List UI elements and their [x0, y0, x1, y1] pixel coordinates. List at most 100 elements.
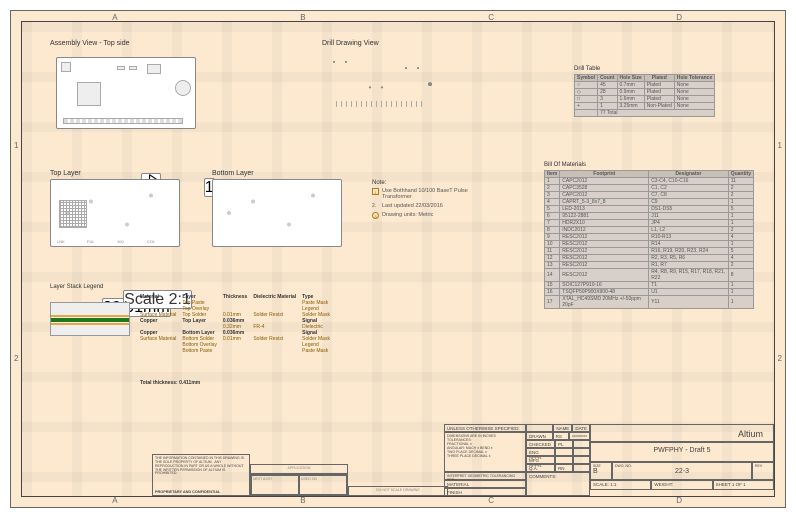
- td: 1.6mm: [617, 96, 644, 103]
- td: 2: [728, 192, 753, 199]
- td: 4: [728, 234, 753, 241]
- note-item: 2.Last updated 22/03/2016: [372, 203, 492, 209]
- stack-swatch: [50, 302, 130, 336]
- title-block: UNLESS OTHERWISE SPECIFIED: DIMENSIONS A…: [444, 424, 774, 496]
- drill-view: Drill Drawing View: [322, 40, 462, 113]
- zone-row-2-r: 2: [778, 354, 782, 363]
- zone-col-b: B: [300, 13, 305, 22]
- drill-table-table: Symbol Count Hole Size Plated Hole Toler…: [574, 74, 715, 117]
- td: □: [575, 96, 598, 103]
- td: 9: [545, 234, 560, 241]
- td: 14: [545, 269, 560, 282]
- note-text: Drawing units: Metric: [382, 212, 433, 218]
- do-not-scale: DO NOT SCALE DRAWING: [348, 486, 448, 496]
- bom: Bill Of Materials ItemFootprintDesignato…: [544, 162, 754, 309]
- td: XTAL_HC49SMD 20MHz +/-50ppm 20pF: [560, 296, 649, 309]
- td: 4: [545, 199, 560, 206]
- bom-table: ItemFootprintDesignatorQuantity1CAPC2012…: [544, 170, 754, 309]
- td: 3: [545, 192, 560, 199]
- zone-col-c-b: C: [488, 496, 494, 505]
- drawing-sheet: A B C D A B C D 1 2 1 2 Assembly View - …: [10, 10, 786, 508]
- company: Altium: [590, 424, 774, 442]
- drill-title: Drill Drawing View: [322, 40, 462, 47]
- size: B: [593, 468, 609, 475]
- scale: SCALE: 1:1: [590, 480, 651, 490]
- td: 17: [545, 296, 560, 309]
- td: 2: [545, 185, 560, 192]
- td: 3.25mm: [617, 103, 644, 110]
- top-layer-view: Top Layer LNK FUL 100 COL: [50, 170, 190, 247]
- drawn-name: RS: [553, 432, 569, 440]
- td: 5: [545, 206, 560, 213]
- application-label: APPLICATION: [250, 464, 348, 474]
- td: RESC2012: [560, 241, 649, 248]
- td: Plated: [644, 96, 674, 103]
- stack-title: Layer Stack Legend: [50, 284, 410, 290]
- stack-table: MaterialLayerThicknessDielectric Materia…: [140, 294, 336, 354]
- part: [77, 82, 101, 106]
- td: R14: [649, 241, 729, 248]
- td: CAPC2012: [560, 192, 649, 199]
- td: RESC2012: [560, 234, 649, 241]
- comments: COMMENTS:: [526, 472, 590, 496]
- td: INDC2012: [560, 227, 649, 234]
- unless: UNLESS OTHERWISE SPECIFIED:: [444, 424, 526, 432]
- drill-table-title: Drill Table: [574, 66, 754, 72]
- td: [253, 348, 302, 354]
- td: 7: [545, 220, 560, 227]
- h-date: DATE: [572, 424, 590, 432]
- qa: Q.A.: [526, 464, 555, 472]
- bottom-title: Bottom Layer: [212, 170, 352, 177]
- td: U1: [649, 289, 729, 296]
- checked-name: PL: [555, 440, 573, 448]
- sig: 100: [117, 239, 124, 244]
- th: Designator: [649, 171, 729, 178]
- td: CAPC2012: [560, 178, 649, 185]
- stack-total: Total thickness: 0.411mm: [140, 380, 200, 386]
- interp: INTERPRET GEOMETRIC TOLERANCING PER:: [444, 472, 526, 480]
- th: Count: [598, 75, 617, 82]
- part: [61, 62, 71, 72]
- td: None: [674, 89, 714, 96]
- td: C7, C8: [649, 192, 729, 199]
- sheet: SHEET 1 OF 1: [713, 480, 774, 490]
- th: Hole Size: [617, 75, 644, 82]
- rev-label: REV: [755, 464, 771, 468]
- td: Non-Plated: [644, 103, 674, 110]
- zone-col-d-b: D: [676, 496, 682, 505]
- note-text: Last updated 22/03/2016: [382, 203, 443, 209]
- th: Symbol: [575, 75, 598, 82]
- zone-col-b-b: B: [300, 496, 305, 505]
- zone-row-1-r: 1: [778, 141, 782, 150]
- td: 1: [598, 103, 617, 110]
- td: Paste Mask: [302, 348, 336, 354]
- th: Hole Tolerance: [674, 75, 714, 82]
- td: Bottom Paste: [182, 348, 222, 354]
- td: [575, 110, 598, 117]
- connector: [63, 118, 183, 124]
- td: 1: [728, 289, 753, 296]
- proprietary-heading: PROPRIETARY AND CONFIDENTIAL: [155, 490, 220, 494]
- dwg-no: 22-3: [615, 468, 749, 475]
- td: LED-2013: [560, 206, 649, 213]
- zone-col-a: A: [112, 13, 117, 22]
- td: 1: [545, 178, 560, 185]
- td: RESC2012: [560, 255, 649, 262]
- td: 4: [728, 255, 753, 262]
- td: ◇: [575, 89, 598, 96]
- assembly-title: Assembly View - Top side: [50, 40, 230, 47]
- th: Quantity: [728, 171, 753, 178]
- td: TSQFP50P900X900-48: [560, 289, 649, 296]
- td: JP4: [649, 220, 729, 227]
- td: 13: [545, 262, 560, 269]
- drill-table: Drill Table Symbol Count Hole Size Plate…: [574, 66, 754, 117]
- sig: COL: [147, 239, 155, 244]
- td: 0.9mm: [617, 89, 644, 96]
- bom-title: Bill Of Materials: [544, 162, 754, 168]
- zone-col-d: D: [676, 13, 682, 22]
- notes-title: Note:: [372, 180, 492, 186]
- app-footer: NEXT ASSY USED ON: [250, 474, 348, 496]
- next-assy: NEXT ASSY: [251, 475, 299, 495]
- part: [117, 66, 125, 70]
- td: 2: [728, 185, 753, 192]
